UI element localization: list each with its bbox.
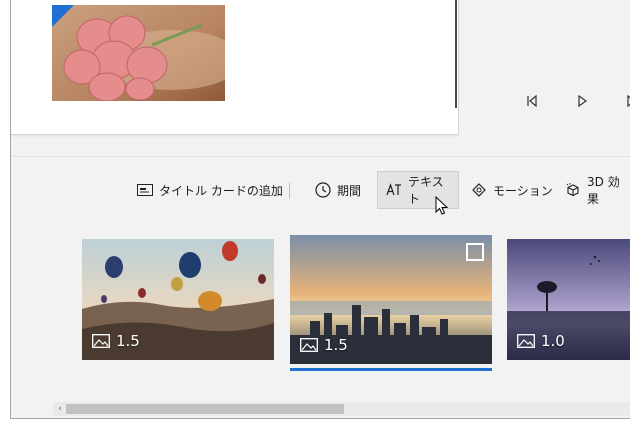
preview-panel: [11, 0, 459, 135]
add-title-card-label: タイトル カードの追加: [159, 183, 283, 198]
image-icon: [300, 338, 318, 352]
duration-button[interactable]: 期間: [307, 171, 369, 209]
toolbar-separator: [289, 183, 290, 199]
preview-scrollbar[interactable]: [455, 0, 457, 108]
step-back-icon[interactable]: [521, 90, 543, 112]
title-card-icon: [137, 184, 153, 196]
clip-balloons[interactable]: 1.5: [82, 239, 274, 360]
preview-corner-marker: [52, 5, 74, 27]
duration-label: 期間: [337, 183, 362, 198]
storyboard: タイトル カードの追加 期間 テキスト モーション 3D 効果 1.5 1.5 …: [11, 156, 630, 418]
clip-city-sunset[interactable]: 1.5: [290, 235, 492, 364]
clip-select-checkbox[interactable]: [466, 243, 484, 261]
clip-duration: 1.0: [517, 332, 565, 350]
3d-effects-label: 3D 効果: [587, 175, 620, 206]
clip-duration-value: 1.5: [116, 332, 140, 350]
clock-icon: [315, 182, 331, 198]
step-forward-icon[interactable]: [621, 90, 630, 112]
3d-effects-icon: [566, 183, 579, 197]
add-title-card-button[interactable]: タイトル カードの追加: [129, 171, 291, 209]
motion-icon: [472, 183, 486, 197]
player-controls: [521, 90, 630, 112]
motion-button[interactable]: モーション: [463, 171, 561, 209]
mouse-cursor-icon: [435, 195, 449, 220]
clip-duration-value: 1.0: [541, 332, 565, 350]
storyboard-scrollbar-thumb[interactable]: [66, 404, 344, 414]
player-area: [459, 0, 630, 134]
preview-thumbnail[interactable]: [52, 5, 225, 101]
clip-duration: 1.5: [92, 332, 140, 350]
storyboard-toolbar: タイトル カードの追加 期間 テキスト モーション 3D 効果: [11, 171, 630, 209]
clip-duration-value: 1.5: [324, 336, 348, 354]
motion-label: モーション: [493, 183, 553, 198]
app-window: タイトル カードの追加 期間 テキスト モーション 3D 効果 1.5 1.5 …: [10, 0, 630, 419]
play-icon[interactable]: [571, 90, 593, 112]
3d-effects-button[interactable]: 3D 効果: [557, 171, 630, 209]
scroll-left-icon[interactable]: ‹: [55, 403, 65, 415]
clip-tree-lake[interactable]: 1.0: [507, 239, 630, 360]
text-icon: [386, 183, 401, 196]
image-icon: [517, 334, 535, 348]
image-icon: [92, 334, 110, 348]
selected-clip-indicator: [290, 368, 492, 371]
clip-duration: 1.5: [300, 336, 348, 354]
